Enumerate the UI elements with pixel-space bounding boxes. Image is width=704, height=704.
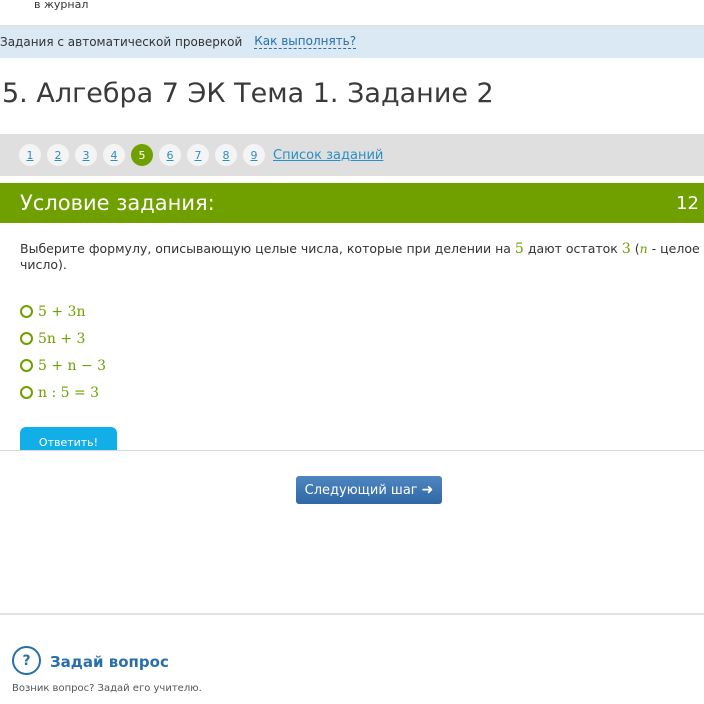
journal-link[interactable]: в журнал	[34, 0, 88, 11]
option-1[interactable]: 5 + 3n	[20, 298, 704, 325]
question-prefix: Выберите формулу, описывающую целые числ…	[20, 241, 511, 256]
divider	[0, 613, 704, 615]
option-label: 5 + n − 3	[38, 357, 107, 374]
step-7[interactable]: 7	[187, 144, 209, 166]
step-4[interactable]: 4	[103, 144, 125, 166]
option-label: n : 5 = 3	[38, 384, 100, 401]
step-9[interactable]: 9	[243, 144, 265, 166]
option-3[interactable]: 5 + n − 3	[20, 352, 704, 379]
step-2[interactable]: 2	[47, 144, 69, 166]
question-icon[interactable]: ?	[12, 646, 41, 675]
info-bar-label: Задания с автоматической проверкой	[0, 35, 243, 49]
option-2[interactable]: 5n + 3	[20, 325, 704, 352]
step-3[interactable]: 3	[75, 144, 97, 166]
question-mid: дают остаток	[527, 241, 618, 256]
next-step-button[interactable]: Следующий шаг ➜	[296, 476, 442, 504]
answer-button[interactable]: Ответить!	[20, 427, 117, 450]
task-header: Условие задания: 12	[0, 183, 704, 223]
page-title: 5. Алгебра 7 ЭК Тема 1. Задание 2	[2, 78, 494, 109]
arrow-right-icon: ➜	[421, 482, 434, 498]
task-list-link[interactable]: Список заданий	[273, 148, 383, 163]
step-1[interactable]: 1	[19, 144, 41, 166]
question-icon-glyph: ?	[22, 652, 31, 669]
ask-question-link[interactable]: Задай вопрос	[50, 653, 169, 671]
task-header-title: Условие задания:	[20, 191, 215, 215]
steps-bar: 1 2 3 4 5 6 7 8 9 Список заданий	[0, 134, 704, 176]
radio-button[interactable]	[20, 305, 33, 318]
step-8[interactable]: 8	[215, 144, 237, 166]
question-var: n	[639, 241, 648, 256]
ask-question-subtitle: Возник вопрос? Задай его учителю.	[12, 683, 202, 694]
task-question: Выберите формулу, описывающую целые числ…	[20, 241, 704, 272]
radio-button[interactable]	[20, 332, 33, 345]
answer-options: 5 + 3n 5n + 3 5 + n − 3 n : 5 = 3	[20, 298, 704, 406]
task-points: 12	[676, 192, 699, 214]
next-step-label: Следующий шаг	[304, 482, 418, 498]
question-divisor: 5	[514, 241, 524, 257]
help-link[interactable]: Как выполнять?	[254, 35, 357, 49]
step-list: 1 2 3 4 5 6 7 8 9 Список заданий	[19, 144, 383, 166]
option-4[interactable]: n : 5 = 3	[20, 379, 704, 406]
option-label: 5 + 3n	[38, 303, 86, 320]
step-6[interactable]: 6	[159, 144, 181, 166]
step-5-active[interactable]: 5	[131, 144, 153, 166]
radio-button[interactable]	[20, 359, 33, 372]
info-bar: Задания с автоматической проверкой Как в…	[0, 26, 704, 58]
question-remainder: 3	[621, 241, 631, 257]
option-label: 5n + 3	[38, 330, 86, 347]
radio-button[interactable]	[20, 386, 33, 399]
task-card: Условие задания: 12 Выберите формулу, оп…	[0, 183, 704, 451]
